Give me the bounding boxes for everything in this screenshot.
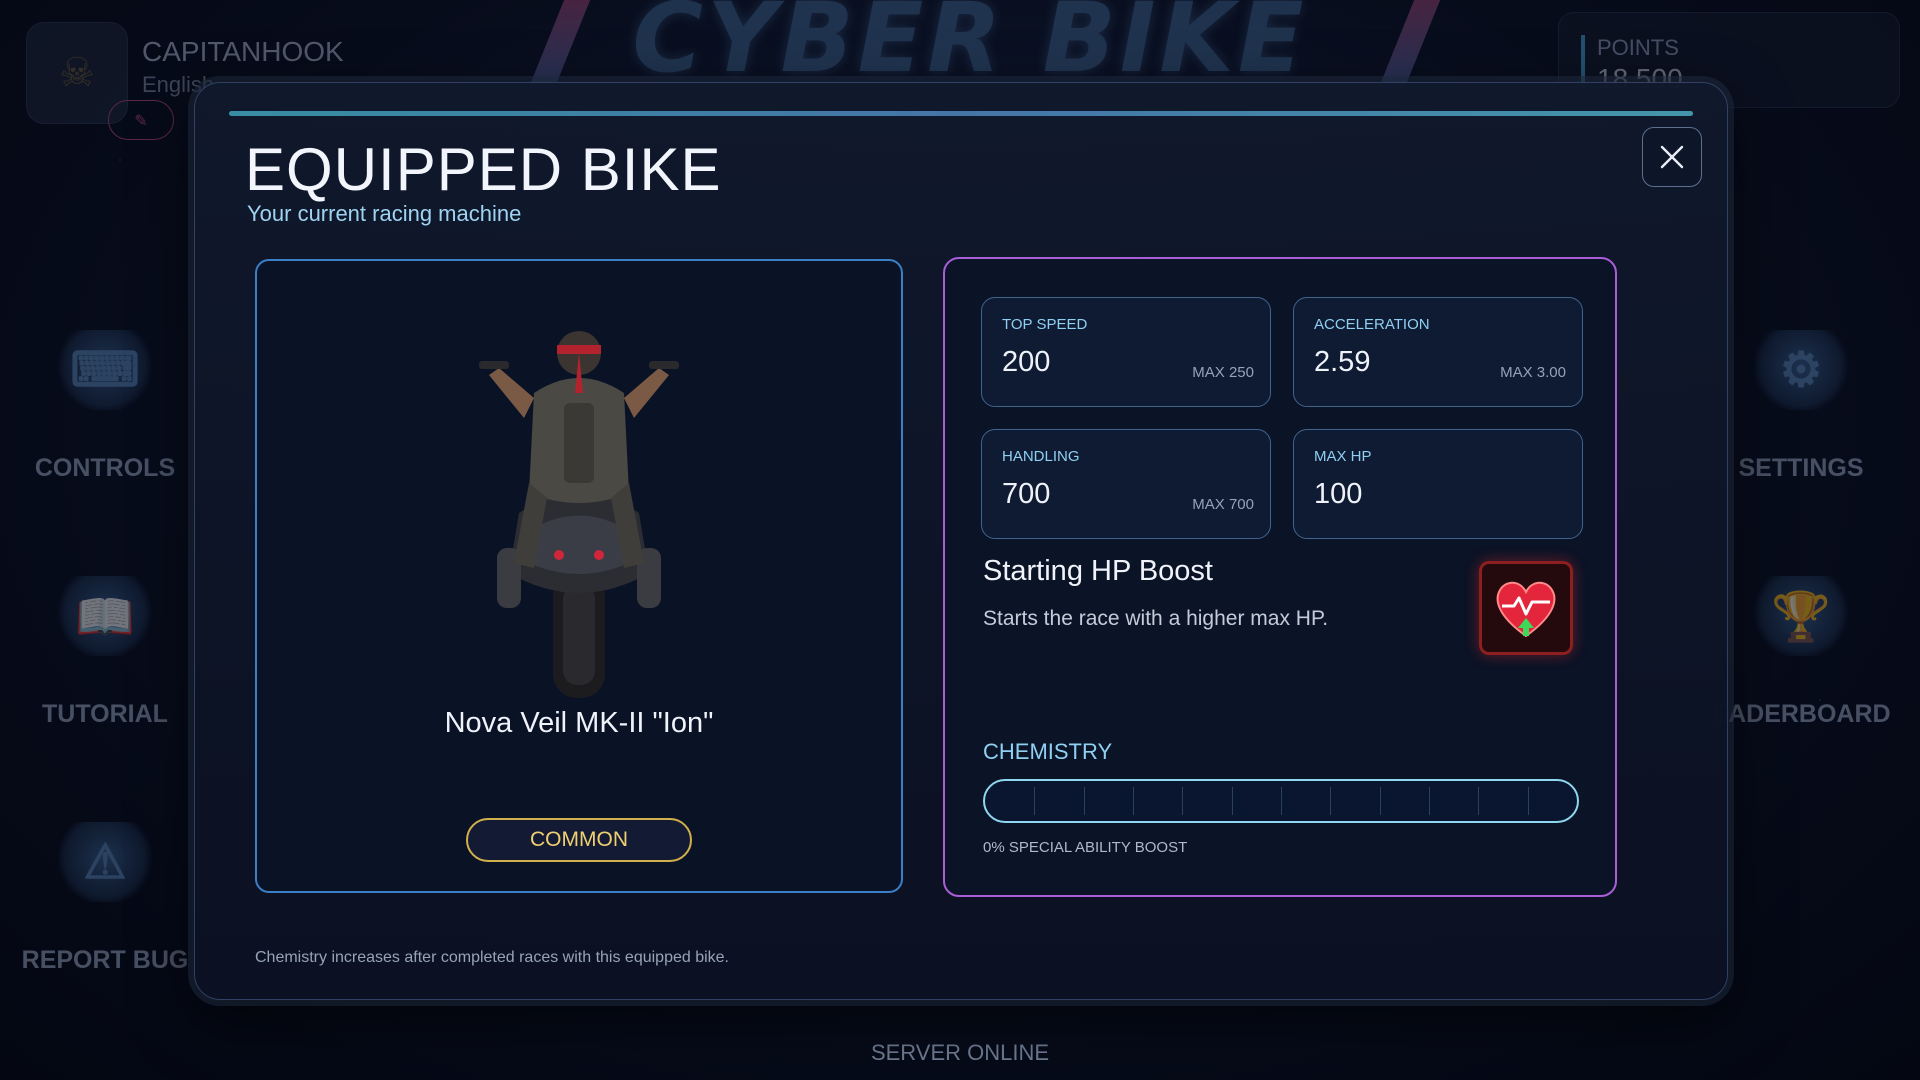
- chemistry-segment: [1182, 787, 1184, 815]
- bug-icon: ⚠: [55, 822, 155, 902]
- stat-label: HANDLING: [1002, 448, 1080, 465]
- edit-icon: ✎: [134, 110, 148, 130]
- menu-report-bug-label: REPORT BUG: [21, 946, 189, 974]
- chemistry-segment: [1527, 787, 1529, 815]
- menu-tutorial-label: TUTORIAL: [42, 700, 168, 728]
- edit-profile-button[interactable]: ✎: [108, 100, 174, 140]
- modal-title: EQUIPPED BIKE: [245, 136, 722, 203]
- chemistry-segment: [1083, 787, 1085, 815]
- trophy-icon: 🏆: [1751, 576, 1851, 656]
- chemistry-segment: [1379, 787, 1381, 815]
- stat-top-speed: TOP SPEED 200 MAX 250: [981, 297, 1271, 407]
- chemistry-segment: [1231, 787, 1233, 815]
- rarity-badge: COMMON: [466, 818, 692, 862]
- stat-value: 200: [1002, 346, 1051, 378]
- stat-value: 2.59: [1314, 346, 1371, 378]
- chemistry-segment: [1281, 787, 1282, 815]
- menu-controls-label: CONTROLS: [34, 454, 176, 482]
- chemistry-segment: [1034, 787, 1036, 815]
- menu-leaderboard[interactable]: 🏆 EADERBOARD: [1706, 576, 1896, 729]
- menu-leaderboard-label: EADERBOARD: [1711, 700, 1891, 728]
- chemistry-progress-bar: [983, 779, 1579, 823]
- game-logo: CYBER BIKE: [632, 0, 1308, 94]
- stat-value: 700: [1002, 478, 1051, 510]
- chemistry-segment: [1133, 787, 1134, 815]
- menu-tutorial[interactable]: 📖 TUTORIAL: [10, 576, 200, 729]
- chemistry-label: CHEMISTRY: [983, 739, 1113, 764]
- menu-settings-label: SETTINGS: [1738, 454, 1864, 482]
- menu-settings[interactable]: ⚙ SETTINGS: [1706, 330, 1896, 483]
- ability-description: Starts the race with a higher max HP.: [983, 607, 1329, 630]
- stats-panel: TOP SPEED 200 MAX 250 ACCELERATION 2.59 …: [943, 257, 1617, 897]
- server-status: SERVER ONLINE: [870, 1040, 1050, 1065]
- menu-report-bug[interactable]: ⚠ REPORT BUG: [10, 822, 200, 975]
- stat-value: 100: [1314, 478, 1363, 510]
- chemistry-segment: [1478, 787, 1480, 815]
- equipped-bike-modal: EQUIPPED BIKE Your current racing machin…: [194, 82, 1728, 1000]
- chemistry-segment: [1330, 787, 1332, 815]
- username: CAPITANHOOK: [142, 36, 344, 67]
- modal-subtitle: Your current racing machine: [247, 201, 522, 226]
- stat-label: TOP SPEED: [1002, 316, 1088, 333]
- footer-note: Chemistry increases after completed race…: [255, 949, 729, 966]
- ability-title: Starting HP Boost: [983, 555, 1213, 587]
- points-label: POINTS: [1597, 35, 1679, 60]
- stat-handling: HANDLING 700 MAX 700: [981, 429, 1271, 539]
- stat-max: MAX 3.00: [1500, 364, 1566, 381]
- stat-max: MAX 250: [1192, 364, 1254, 381]
- chemistry-caption: 0% SPECIAL ABILITY BOOST: [983, 839, 1188, 856]
- close-icon: [1660, 145, 1684, 169]
- heart-boost-glyph: [1496, 581, 1556, 638]
- stat-label: ACCELERATION: [1314, 316, 1430, 333]
- stat-max-hp: MAX HP 100: [1293, 429, 1583, 539]
- gear-icon: ⚙: [1751, 330, 1851, 410]
- book-icon: 📖: [55, 576, 155, 656]
- close-button[interactable]: [1642, 127, 1702, 187]
- bike-rider-image: [479, 331, 679, 698]
- menu-controls[interactable]: ⌨ CONTROLS: [10, 330, 200, 483]
- keyboard-icon: ⌨: [55, 330, 155, 410]
- bike-name: Nova Veil MK-II "Ion": [444, 707, 714, 739]
- bike-panel: Nova Veil MK-II "Ion" COMMON: [255, 259, 903, 893]
- modal-top-accent: [229, 111, 1693, 116]
- chemistry-segment: [1429, 787, 1430, 815]
- heart-boost-icon: [1479, 561, 1573, 655]
- stat-label: MAX HP: [1314, 448, 1372, 465]
- stat-max: MAX 700: [1192, 496, 1254, 513]
- stat-acceleration: ACCELERATION 2.59 MAX 3.00: [1293, 297, 1583, 407]
